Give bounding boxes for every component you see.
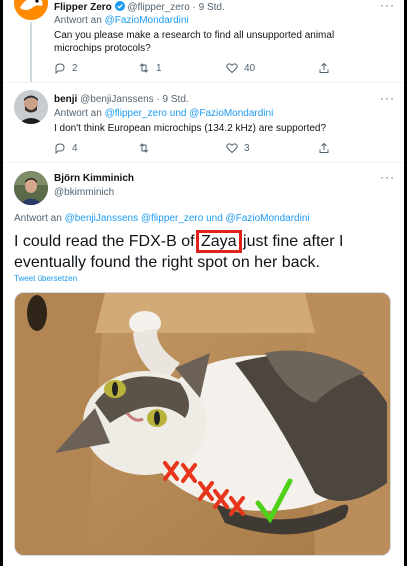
share-icon xyxy=(319,142,329,153)
reply-mention[interactable]: @FazioMondardini xyxy=(105,15,189,26)
like-button[interactable]: 3 xyxy=(226,142,250,154)
tweet-text: Can you please make a research to find a… xyxy=(54,30,335,54)
like-count: 3 xyxy=(244,142,250,154)
reply-count: 2 xyxy=(72,62,78,74)
more-options-icon[interactable]: ··· xyxy=(380,170,395,184)
thread-line xyxy=(30,22,32,82)
more-options-icon[interactable]: ··· xyxy=(380,91,395,105)
divider xyxy=(3,162,404,163)
reply-prefix: Antwort an xyxy=(54,108,105,119)
reply-count: 4 xyxy=(72,142,78,154)
retweet-icon xyxy=(139,63,149,73)
tweet-text: I don't think European microchips (134.2… xyxy=(54,123,327,134)
share-icon xyxy=(319,62,329,73)
highlighted-name: Zaya xyxy=(196,230,242,253)
author-handle-time[interactable]: @benjiJanssens · 9 Std. xyxy=(80,94,189,105)
reply-prefix: Antwort an xyxy=(14,213,65,224)
avatar-bjoern[interactable] xyxy=(14,171,48,205)
person-avatar-icon xyxy=(14,171,48,205)
reply-icon xyxy=(55,143,65,154)
tweet-photo[interactable] xyxy=(14,292,391,556)
share-button[interactable] xyxy=(318,62,330,74)
author-name[interactable]: Björn Kimminich xyxy=(54,173,134,184)
retweet-count: 1 xyxy=(156,62,162,74)
divider xyxy=(3,82,404,83)
author-name[interactable]: Flipper Zero xyxy=(54,2,112,13)
tweet-actions: 4 3 xyxy=(54,142,344,156)
like-button[interactable]: 40 xyxy=(226,62,255,74)
author-handle[interactable]: @bkimminich xyxy=(54,187,114,198)
translate-tweet-link[interactable]: Tweet übersetzen xyxy=(14,274,77,283)
retweet-button[interactable] xyxy=(138,142,156,154)
left-border xyxy=(0,0,3,566)
cat-photo-icon xyxy=(15,293,390,555)
dolphin-logo-icon xyxy=(14,0,48,20)
verified-badge-icon xyxy=(114,1,125,11)
retweet-icon xyxy=(139,143,149,153)
reply-button[interactable]: 2 xyxy=(54,62,78,74)
reply-mention[interactable]: @flipper_zero und @FazioMondardini xyxy=(105,108,274,119)
heart-icon xyxy=(226,143,238,154)
reply-mention[interactable]: @benjiJanssens @flipper_zero und @FazioM… xyxy=(65,213,310,224)
tweet-text-start: I could read the FDX-B of xyxy=(14,233,199,250)
more-options-icon[interactable]: ··· xyxy=(380,0,395,12)
like-count: 40 xyxy=(244,62,256,74)
tweet-actions: 2 1 40 xyxy=(54,62,344,76)
retweet-button[interactable]: 1 xyxy=(138,62,162,74)
tweet-text: I could read the FDX-B of Zaya just fine… xyxy=(14,230,394,273)
author-handle-time[interactable]: @flipper_zero · 9 Std. xyxy=(127,2,224,13)
heart-icon xyxy=(226,63,238,74)
reply-prefix: Antwort an xyxy=(54,15,105,26)
reply-button[interactable]: 4 xyxy=(54,142,78,154)
share-button[interactable] xyxy=(318,142,330,154)
avatar-flipper-zero[interactable] xyxy=(14,0,48,20)
avatar-benji[interactable] xyxy=(14,90,48,124)
reply-icon xyxy=(55,63,65,74)
person-avatar-icon xyxy=(14,90,48,124)
author-name[interactable]: benji xyxy=(54,94,77,105)
